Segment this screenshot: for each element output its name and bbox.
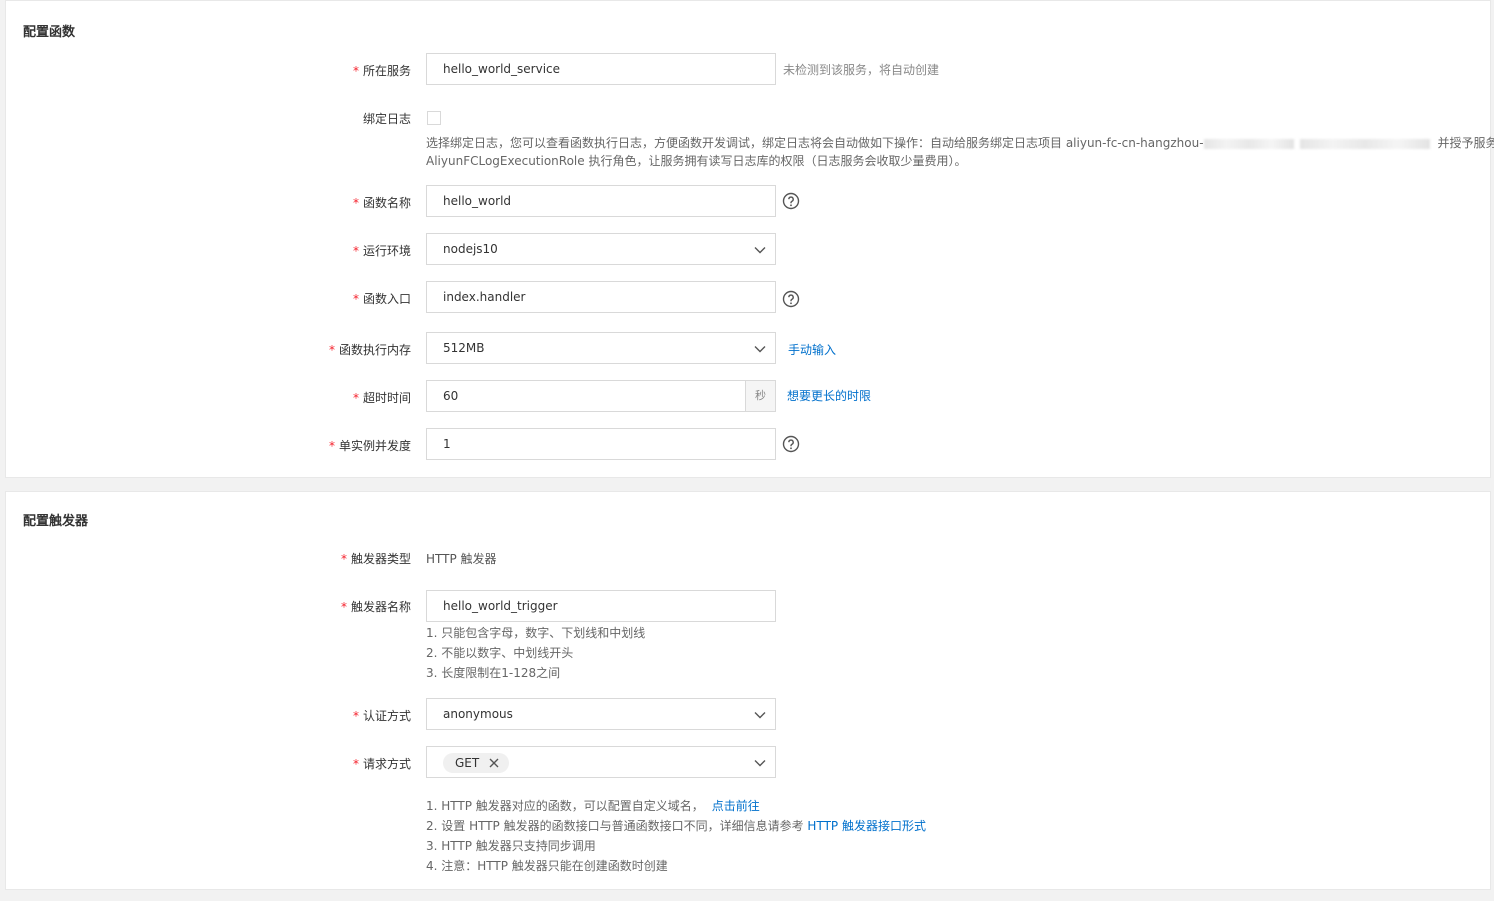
auth-select[interactable]: anonymous: [426, 698, 776, 730]
section-title: 配置触发器: [23, 514, 89, 529]
close-icon[interactable]: [489, 758, 499, 768]
bind-log-description: 选择绑定日志，您可以查看函数执行日志，方便函数开发调试，绑定日志将会自动做如下操…: [426, 136, 1494, 168]
note-1: 1. HTTP 触发器对应的函数，可以配置自定义域名， 点击前往: [426, 799, 760, 813]
chevron-down-icon: [754, 712, 766, 719]
trigger-type-label: * 触发器类型: [340, 552, 411, 566]
method-select[interactable]: GET: [426, 746, 776, 778]
http-trigger-notes: 1. HTTP 触发器对应的函数，可以配置自定义域名， 点击前往 2. 设置 HT…: [426, 796, 926, 876]
question-circle-icon[interactable]: [782, 290, 800, 308]
redacted-text: [1203, 138, 1294, 149]
function-name-input[interactable]: hello_world: [426, 185, 776, 217]
go-to-domain-link[interactable]: 点击前往: [712, 799, 760, 813]
redacted-text: [1299, 138, 1430, 149]
timeout-input[interactable]: 60 秒: [426, 380, 776, 412]
configure-trigger-panel: 配置触发器 * 触发器类型 HTTP 触发器 * 触发器名称 hello_world…: [5, 491, 1491, 890]
manual-input-link[interactable]: 手动输入: [788, 341, 836, 358]
service-note: 未检测到该服务，将自动创建: [783, 63, 940, 77]
http-trigger-interface-link[interactable]: HTTP 触发器接口形式: [807, 819, 926, 833]
memory-select[interactable]: 512MB: [426, 332, 776, 364]
trigger-name-rules: 1. 只能包含字母，数字、下划线和中划线 2. 不能以数字、中划线开头 3. 长…: [426, 626, 646, 680]
bind-log-label: 绑定日志: [362, 112, 411, 126]
question-circle-icon[interactable]: [782, 435, 800, 453]
configure-function-panel: 配置函数 * 所在服务 hello_world_service 未检测到该服务，将…: [5, 0, 1494, 478]
service-input[interactable]: hello_world_service: [426, 53, 776, 85]
runtime-select[interactable]: nodejs10: [426, 233, 776, 265]
trigger-name-input[interactable]: hello_world_trigger: [426, 590, 776, 622]
method-tag: GET: [443, 753, 510, 773]
bind-log-checkbox[interactable]: [427, 111, 441, 125]
longer-timeout-link[interactable]: 想要更长的时限: [787, 387, 871, 404]
handler-label: * 函数入口: [352, 292, 411, 306]
trigger-name-label: * 触发器名称: [340, 600, 411, 614]
trigger-type-value: HTTP 触发器: [426, 552, 497, 566]
section-title: 配置函数: [23, 25, 76, 40]
concurrency-input[interactable]: 1: [426, 428, 776, 460]
function-name-label: * 函数名称: [352, 196, 411, 210]
chevron-down-icon: [754, 346, 766, 353]
method-label: * 请求方式: [352, 757, 411, 771]
note-2: 2. 设置 HTTP 触发器的函数接口与普通函数接口不同，详细信息请参考 HTT…: [426, 819, 926, 833]
timeout-label: * 超时时间: [352, 391, 411, 405]
auth-label: * 认证方式: [352, 709, 411, 723]
runtime-label: * 运行环境: [352, 244, 411, 258]
note-3: 3. HTTP 触发器只支持同步调用: [426, 839, 596, 853]
question-circle-icon[interactable]: [782, 192, 800, 210]
concurrency-label: * 单实例并发度: [328, 439, 411, 453]
handler-input[interactable]: index.handler: [426, 281, 776, 313]
chevron-down-icon: [754, 247, 766, 254]
service-label: * 所在服务: [352, 64, 411, 78]
timeout-unit: 秒: [745, 381, 775, 411]
memory-label: * 函数执行内存: [328, 343, 411, 357]
note-4: 4. 注意：HTTP 触发器只能在创建函数时创建: [426, 859, 668, 873]
chevron-down-icon: [754, 760, 766, 767]
